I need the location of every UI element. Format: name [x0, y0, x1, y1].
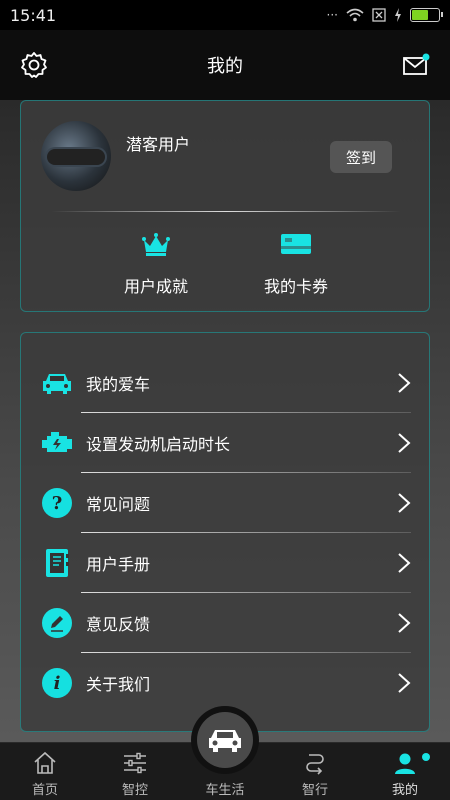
notification-dot — [422, 753, 430, 761]
menu-item-user-manual[interactable]: 用户手册 — [21, 533, 431, 593]
username: 潜客用户 — [126, 135, 191, 154]
mail-icon[interactable] — [402, 52, 430, 78]
crown-icon — [142, 233, 170, 256]
settings-gear-icon[interactable] — [20, 51, 48, 79]
menu-label: 设置发动机启动时长 — [86, 435, 231, 454]
card-icon — [281, 234, 311, 254]
chevron-right-icon — [398, 373, 411, 393]
menu-item-feedback[interactable]: 意见反馈 — [21, 593, 431, 653]
menu-item-about-us[interactable]: i 关于我们 — [21, 653, 431, 713]
tab-label: 智控 — [121, 783, 148, 798]
tab-control[interactable]: 智控 — [90, 743, 180, 800]
info-icon: i — [42, 668, 72, 698]
chevron-right-icon — [398, 433, 411, 453]
chevron-right-icon — [398, 493, 411, 513]
status-icons: ··· — [326, 8, 443, 22]
menu-item-engine-start-duration[interactable]: 设置发动机启动时长 — [21, 413, 431, 473]
avatar[interactable] — [41, 121, 111, 191]
menu-label: 意见反馈 — [86, 615, 151, 634]
page-title: 我的 — [207, 56, 243, 77]
manual-icon — [46, 549, 69, 577]
engine-icon — [42, 432, 72, 452]
no-sim-icon — [372, 8, 386, 22]
tab-mine[interactable]: 我的 — [360, 743, 450, 800]
tab-home[interactable]: 首页 — [0, 743, 90, 800]
status-time: 15:41 — [10, 5, 57, 25]
signin-button[interactable]: 签到 — [330, 141, 392, 173]
menu-label: 用户手册 — [86, 555, 151, 574]
car-front-icon — [209, 730, 241, 752]
achievements-label: 用户成就 — [123, 277, 188, 296]
home-icon — [34, 751, 56, 774]
tab-label: 车生活 — [205, 783, 245, 798]
menu-label: 常见问题 — [86, 495, 151, 514]
tab-trip[interactable]: 智行 — [270, 743, 360, 800]
main-content: 潜客用户 签到 用户成就 我的卡券 我的爱车 设置发动机启动时长 ? 常见问题 … — [0, 100, 450, 742]
question-icon: ? — [42, 488, 72, 518]
charging-icon — [395, 8, 401, 22]
status-bar: 15:41 ··· — [0, 0, 450, 30]
menu-label: 关于我们 — [86, 675, 151, 694]
wifi-icon — [346, 8, 364, 22]
tab-label: 首页 — [31, 783, 58, 798]
app-header: 我的 — [0, 30, 450, 100]
feedback-icon — [42, 608, 72, 638]
user-icon — [395, 753, 415, 774]
avatar-dashboard-image — [47, 149, 105, 165]
menu-card: 我的爱车 设置发动机启动时长 ? 常见问题 用户手册 意见反馈 i 关于我们 — [20, 332, 430, 732]
menu-label: 我的爱车 — [86, 375, 151, 394]
car-life-center-button[interactable] — [191, 706, 259, 774]
battery-icon — [410, 8, 443, 22]
tab-label: 我的 — [391, 783, 418, 798]
achievements-button[interactable]: 用户成就 — [81, 231, 231, 297]
coupons-button[interactable]: 我的卡券 — [221, 231, 371, 297]
coupons-label: 我的卡券 — [263, 277, 328, 296]
more-dots-icon: ··· — [326, 8, 338, 22]
tab-label: 智行 — [301, 783, 328, 798]
menu-item-faq[interactable]: ? 常见问题 — [21, 473, 431, 533]
sliders-icon — [124, 752, 146, 774]
chevron-right-icon — [398, 673, 411, 693]
profile-card: 潜客用户 签到 用户成就 我的卡券 — [20, 100, 430, 312]
chevron-right-icon — [398, 613, 411, 633]
route-icon — [306, 754, 324, 775]
car-icon — [43, 374, 71, 394]
divider — [51, 211, 401, 212]
chevron-right-icon — [398, 553, 411, 573]
menu-item-my-car[interactable]: 我的爱车 — [21, 353, 431, 413]
